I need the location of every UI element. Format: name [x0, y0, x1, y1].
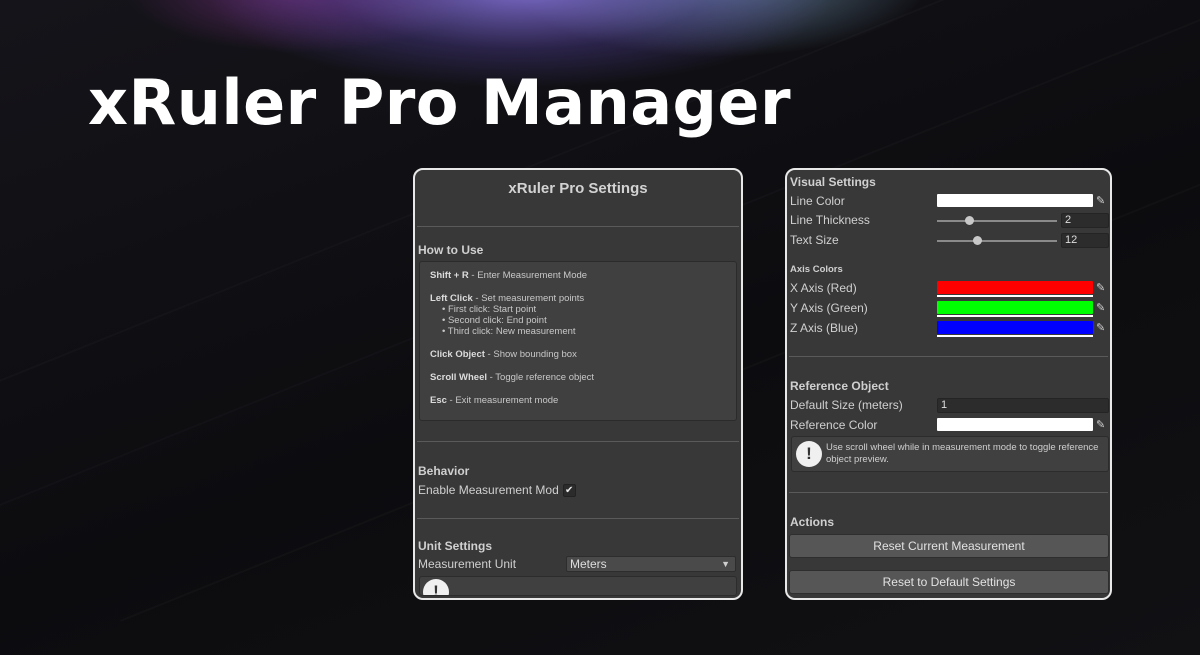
eyedropper-icon[interactable]: ✎ — [1096, 301, 1105, 314]
panel-title: xRuler Pro Settings — [508, 180, 648, 197]
shortcut-key: Shift + R — [430, 270, 469, 281]
text-size-slider[interactable] — [937, 240, 1057, 242]
eyedropper-icon[interactable]: ✎ — [1096, 321, 1105, 334]
scroll-key: Scroll Wheel — [430, 372, 488, 383]
text-size-field[interactable]: 12 — [1061, 233, 1109, 248]
esc-desc: - Exit measurement mode — [446, 395, 559, 406]
divider — [789, 356, 1108, 357]
x-axis-color-swatch[interactable] — [937, 281, 1093, 297]
settings-panel-right: Visual Settings Line Color ✎ Line Thickn… — [785, 168, 1112, 600]
help-line-shortcut: Shift + R - Enter Measurement Mode — [430, 270, 726, 281]
info-icon: ! — [423, 579, 449, 595]
hero-title: xRuler Pro Manager — [88, 66, 792, 139]
line-thickness-slider-handle[interactable] — [964, 216, 974, 225]
help-line-esc: Esc - Exit measurement mode — [430, 395, 726, 406]
how-to-use-help-box: Shift + R - Enter Measurement Mode Left … — [419, 261, 737, 421]
default-size-label: Default Size (meters) — [790, 398, 903, 412]
eyedropper-icon[interactable]: ✎ — [1096, 418, 1105, 431]
enable-measurement-row: Enable Measurement Mod ✔ — [415, 480, 741, 500]
behavior-heading: Behavior — [418, 464, 470, 478]
measurement-unit-dropdown[interactable]: Meters ▼ — [566, 556, 736, 572]
line-color-swatch[interactable] — [937, 194, 1093, 207]
help-line-left-click: Left Click - Set measurement points — [430, 293, 726, 304]
y-axis-label: Y Axis (Green) — [790, 301, 868, 315]
help-sub-first-click: • First click: Start point — [442, 304, 537, 315]
visual-settings-heading: Visual Settings — [790, 175, 876, 189]
reset-current-measurement-button[interactable]: Reset Current Measurement — [789, 534, 1109, 558]
chevron-down-icon: ▼ — [721, 559, 730, 569]
reference-color-label: Reference Color — [790, 418, 878, 432]
z-axis-color-swatch[interactable] — [937, 321, 1093, 337]
measurement-unit-label: Measurement Unit — [418, 557, 517, 571]
settings-panel-left: xRuler Pro Settings How to Use Shift + R… — [413, 168, 743, 600]
reference-object-heading: Reference Object — [790, 379, 889, 393]
line-color-label: Line Color — [790, 194, 845, 208]
actions-heading: Actions — [790, 515, 835, 529]
how-to-use-heading: How to Use — [418, 243, 484, 257]
help-line-click-object: Click Object - Show bounding box — [430, 349, 726, 360]
eyedropper-icon[interactable]: ✎ — [1096, 194, 1105, 207]
x-axis-label: X Axis (Red) — [790, 281, 857, 295]
left-click-desc: - Set measurement points — [472, 293, 585, 304]
info-icon: ! — [796, 441, 822, 467]
left-click-key: Left Click — [430, 293, 473, 304]
axis-colors-heading: Axis Colors — [790, 264, 843, 275]
z-axis-label: Z Axis (Blue) — [790, 321, 859, 335]
unit-info-box: ! — [419, 576, 737, 596]
scroll-desc: - Toggle reference object — [487, 372, 595, 383]
line-thickness-slider[interactable] — [937, 220, 1057, 222]
divider — [789, 492, 1108, 493]
line-thickness-label: Line Thickness — [790, 213, 870, 227]
help-sub-third-click: • Third click: New measurement — [442, 326, 576, 337]
esc-key: Esc — [430, 395, 447, 406]
click-object-key: Click Object — [430, 349, 485, 360]
shortcut-desc: - Enter Measurement Mode — [468, 270, 588, 281]
enable-measurement-label: Enable Measurement Mod — [418, 483, 559, 497]
eyedropper-icon[interactable]: ✎ — [1096, 281, 1105, 294]
reset-default-settings-button[interactable]: Reset to Default Settings — [789, 570, 1109, 594]
default-size-field[interactable]: 1 — [937, 398, 1109, 413]
divider — [417, 518, 739, 519]
reference-info-text: Use scroll wheel while in measurement mo… — [826, 442, 1099, 465]
unit-settings-heading: Unit Settings — [418, 539, 492, 553]
help-line-scroll: Scroll Wheel - Toggle reference object — [430, 372, 726, 383]
text-size-slider-handle[interactable] — [973, 236, 983, 245]
click-object-desc: - Show bounding box — [484, 349, 577, 360]
y-axis-color-swatch[interactable] — [937, 301, 1093, 317]
divider — [417, 441, 739, 442]
measurement-unit-value: Meters — [570, 557, 607, 571]
measurement-unit-row: Measurement Unit Meters ▼ — [415, 554, 741, 574]
divider — [417, 226, 739, 227]
reference-color-swatch[interactable] — [937, 418, 1093, 431]
enable-measurement-checkbox[interactable]: ✔ — [562, 483, 576, 497]
text-size-label: Text Size — [790, 233, 839, 247]
help-sub-second-click: • Second click: End point — [442, 315, 547, 326]
reference-info-box: ! Use scroll wheel while in measurement … — [791, 436, 1109, 472]
line-thickness-field[interactable]: 2 — [1061, 213, 1109, 228]
